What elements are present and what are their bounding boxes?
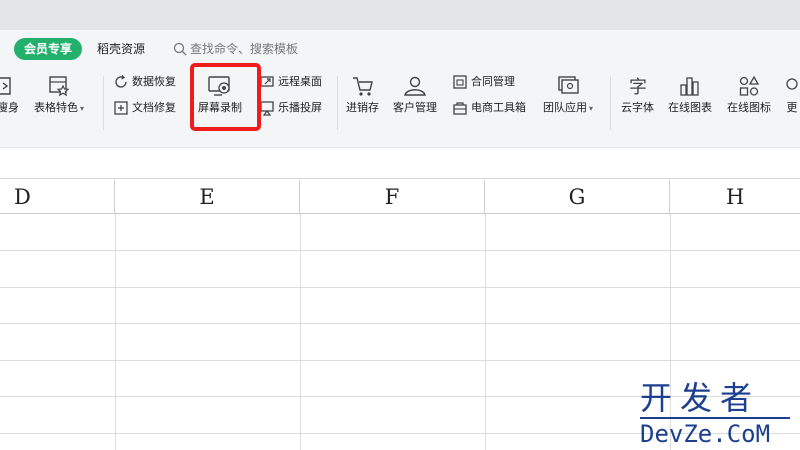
- contract-label: 合同管理: [471, 75, 515, 88]
- chevron-down-icon: ▾: [80, 104, 85, 113]
- ecommerce-label: 电商工具箱: [471, 101, 526, 114]
- ribbon-divider: [103, 76, 104, 130]
- inventory-button[interactable]: 进销存: [346, 74, 379, 115]
- data-recovery-button[interactable]: 数据恢复: [113, 74, 176, 90]
- team-app-label: 团队应用 ▾: [543, 101, 594, 114]
- watermark: 开发者 DevZe.CoM: [640, 380, 798, 448]
- grid-col-line: [485, 214, 486, 450]
- online-chart-button[interactable]: 在线图表: [668, 74, 712, 115]
- command-search[interactable]: 查找命令、搜索模板: [173, 40, 298, 58]
- team-app-icon: [558, 76, 579, 94]
- formula-bar[interactable]: [0, 149, 800, 179]
- cast-screen-icon: [260, 101, 274, 116]
- remote-desktop-label: 远程桌面: [278, 75, 322, 88]
- column-header-h[interactable]: H: [670, 180, 800, 214]
- doc-repair-icon: [114, 101, 128, 115]
- customer-label: 客户管理: [393, 101, 437, 114]
- doc-repair-label: 文档修复: [132, 101, 176, 114]
- cloud-font-label: 云字体: [621, 101, 654, 114]
- title-bar: [0, 0, 800, 30]
- online-icon-button[interactable]: 在线图标: [727, 74, 771, 115]
- cast-screen-label: 乐播投屏: [278, 101, 322, 114]
- ribbon-divider: [337, 76, 338, 130]
- more-icon: [786, 78, 798, 90]
- search-icon: [173, 42, 187, 56]
- cast-screen-button[interactable]: 乐播投屏: [259, 100, 322, 116]
- contract-button[interactable]: 合同管理: [452, 74, 515, 90]
- cloud-font-button[interactable]: 字 云字体: [621, 74, 654, 115]
- ecommerce-button[interactable]: 电商工具箱: [452, 100, 526, 116]
- more-button[interactable]: 更: [784, 74, 800, 115]
- doc-repair-button[interactable]: 文档修复: [113, 100, 176, 116]
- watermark-cn: 开发者: [640, 379, 761, 417]
- cart-icon: [352, 77, 373, 96]
- customer-button[interactable]: 客户管理: [393, 74, 437, 115]
- column-header-row: D E F G H: [0, 180, 800, 214]
- contract-icon: [453, 75, 467, 89]
- highlight-box: [190, 63, 261, 131]
- grid-row-line: [0, 323, 800, 324]
- online-chart-label: 在线图表: [668, 101, 712, 114]
- column-header-f[interactable]: F: [300, 180, 485, 214]
- table-star-icon: [49, 76, 70, 97]
- menu-item-resources[interactable]: 稻壳资源: [97, 40, 145, 58]
- chevron-down-icon: ▾: [589, 104, 594, 113]
- grid-row-line: [0, 250, 800, 251]
- remote-desktop-button[interactable]: 远程桌面: [259, 74, 322, 90]
- slim-icon: [0, 77, 11, 95]
- inventory-label: 进销存: [346, 101, 379, 114]
- table-feature-button[interactable]: 表格特色 ▾: [34, 74, 84, 116]
- grid-col-line: [115, 214, 116, 450]
- font-icon: 字: [629, 77, 647, 98]
- team-app-button[interactable]: 团队应用 ▾: [543, 74, 593, 116]
- shapes-icon: [739, 75, 760, 96]
- customer-icon: [404, 76, 426, 96]
- column-header-g[interactable]: G: [485, 180, 670, 214]
- recovery-icon: [115, 75, 127, 88]
- table-feature-label: 表格特色 ▾: [34, 101, 85, 114]
- column-header-e[interactable]: E: [115, 180, 300, 214]
- remote-desktop-icon: [260, 76, 274, 87]
- member-button[interactable]: 会员专享: [14, 38, 82, 60]
- search-placeholder: 查找命令、搜索模板: [190, 42, 299, 56]
- grid-row-line: [0, 360, 800, 361]
- online-icon-label: 在线图标: [727, 101, 771, 114]
- watermark-divider: [640, 417, 790, 419]
- data-recovery-label: 数据恢复: [132, 75, 176, 88]
- chart-icon: [680, 77, 699, 96]
- toolbox-icon: [453, 102, 467, 115]
- svg-text:字: 字: [629, 77, 647, 98]
- column-header-d[interactable]: D: [0, 180, 115, 214]
- slim-label: 瘦身: [0, 101, 19, 114]
- grid-row-line: [0, 287, 800, 288]
- watermark-en: DevZe.CoM: [640, 420, 771, 448]
- grid-col-line: [300, 214, 301, 450]
- ribbon-divider: [610, 76, 611, 130]
- slim-button[interactable]: 瘦身: [0, 74, 22, 115]
- more-label: 更: [786, 101, 798, 114]
